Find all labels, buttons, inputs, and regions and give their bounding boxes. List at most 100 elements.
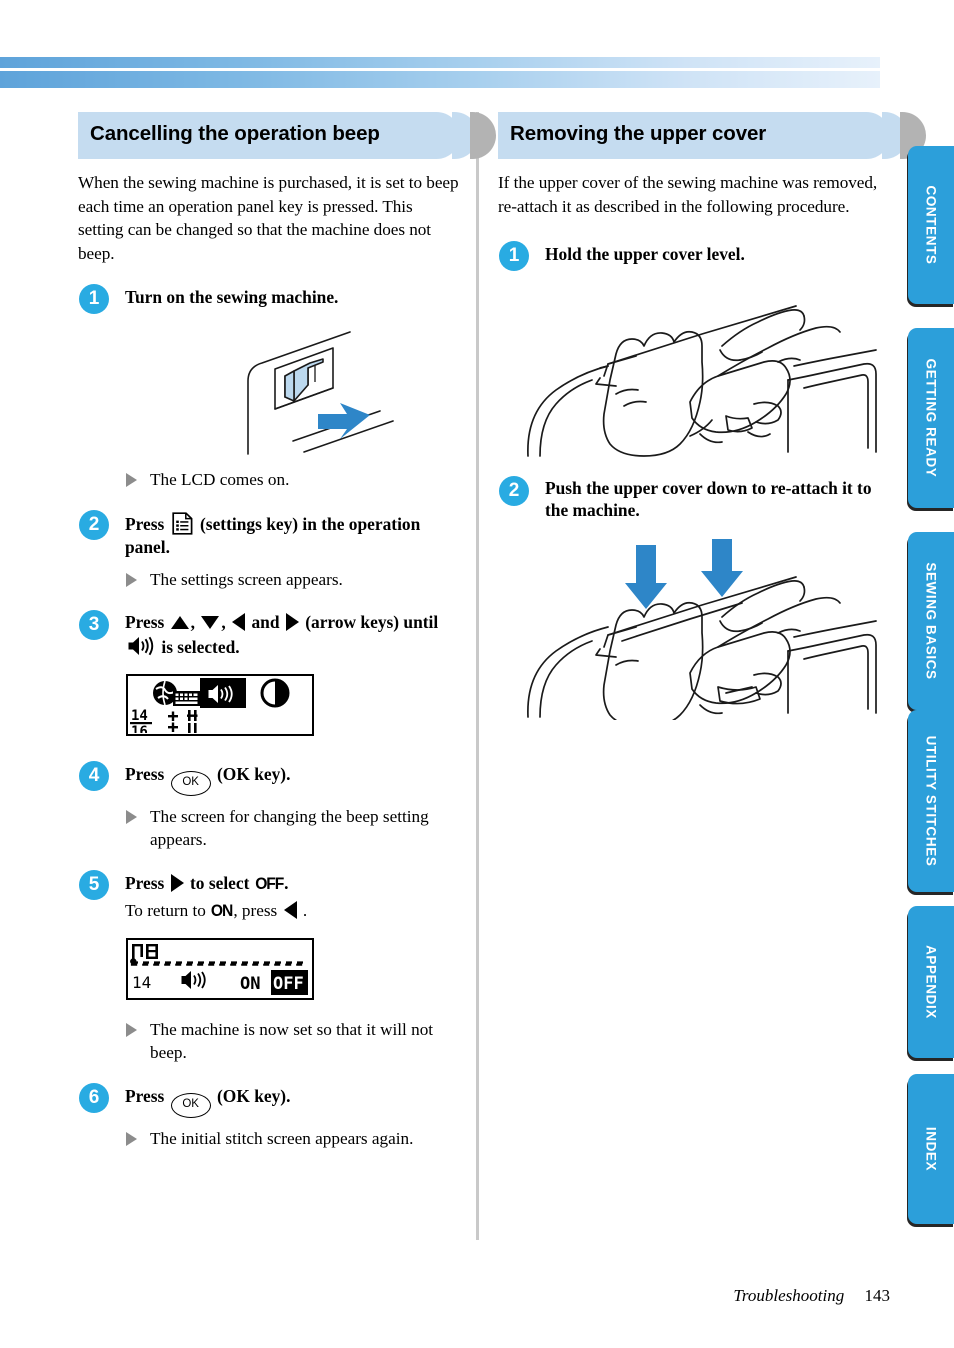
- step-1-title: Turn on the sewing machine.: [125, 287, 339, 307]
- heading-plate: Cancelling the operation beep: [78, 112, 496, 159]
- speaker-icon: [128, 636, 154, 655]
- step-1-badge: 1: [79, 284, 109, 314]
- result-triangle-icon: [126, 1132, 137, 1146]
- top-decorative-banner: [0, 0, 954, 92]
- side-tab-appendix-label: APPENDIX: [923, 945, 939, 1019]
- result-triangle-icon: [126, 810, 137, 824]
- hold-cover-illustration: [504, 284, 890, 459]
- side-tab-getting-ready-label: GETTING READY: [923, 358, 939, 478]
- footer-page-number: 143: [864, 1286, 891, 1305]
- page-footer: Troubleshooting 143: [0, 1286, 890, 1306]
- right-step-2-title: Push the upper cover down to re-attach i…: [545, 478, 872, 520]
- right-heading-text: Removing the upper cover: [510, 122, 767, 145]
- side-tab-sewing-basics-label: SEWING BASICS: [923, 562, 939, 680]
- right-step-1-badge: 1: [499, 241, 529, 271]
- lcd-option-off: OFF: [273, 974, 304, 994]
- side-tab-contents[interactable]: CONTENTS: [908, 146, 954, 304]
- side-tab-index[interactable]: INDEX: [908, 1074, 954, 1224]
- power-switch-svg: [247, 331, 394, 455]
- step-3-title-after: (arrow keys) until: [305, 612, 439, 632]
- step-6-badge: 6: [79, 1083, 109, 1113]
- sep-comma-1: ,: [190, 612, 196, 632]
- side-tab-contents-label: CONTENTS: [923, 185, 939, 265]
- arrow-up-icon: [170, 616, 189, 629]
- step-4-title-before: Press: [125, 764, 165, 784]
- push-cover-svg: [527, 539, 877, 720]
- lcd-word-off: OFF: [254, 874, 284, 893]
- arrow-down-icon: [201, 616, 220, 629]
- right-column: Removing the upper cover If the upper co…: [498, 112, 926, 720]
- right-step-2-badge: 2: [499, 476, 529, 506]
- lcd-beep-speaker-icon: [181, 971, 206, 989]
- step-1-result-text: The LCD comes on.: [150, 470, 290, 489]
- step-2-result-text: The settings screen appears.: [150, 570, 343, 589]
- step-2: 2 Press (settings key) in the operation …: [78, 509, 460, 559]
- hold-cover-svg: [527, 305, 877, 457]
- lcd-stitch-symbols: [168, 710, 198, 733]
- lcd-settings-screen: 14 16: [126, 674, 314, 740]
- lcd-beep-screen: 14 ON OFF: [126, 938, 314, 1000]
- lcd-fraction-numerator: 14: [131, 708, 148, 724]
- step-2-result: The settings screen appears.: [78, 568, 460, 591]
- left-intro-paragraph: When the sewing machine is purchased, it…: [78, 173, 459, 263]
- step-4-result: The screen for changing the beep setting…: [78, 805, 460, 851]
- push-cover-illustration: [504, 535, 890, 720]
- step-5-subtitle: To return to ON, press .: [125, 899, 460, 922]
- arrow-right-icon: [170, 874, 184, 892]
- step-1: 1 Turn on the sewing machine.: [78, 283, 460, 314]
- step-3-title-and: and: [251, 612, 280, 632]
- step-6: 6 Press OK (OK key).: [78, 1082, 460, 1118]
- footer-chapter: Troubleshooting: [733, 1286, 845, 1305]
- contrast-icon: [260, 678, 290, 708]
- result-triangle-icon: [126, 573, 137, 587]
- right-intro-paragraph: If the upper cover of the sewing machine…: [498, 173, 878, 216]
- side-tab-sewing-basics[interactable]: SEWING BASICS: [908, 532, 954, 710]
- step-2-badge: 2: [79, 510, 109, 540]
- step-6-title: Press OK (OK key).: [125, 1082, 460, 1118]
- lcd-fraction-denominator: 16: [131, 724, 148, 733]
- left-column: Cancelling the operation beep When the s…: [78, 112, 496, 1150]
- arrow-left-icon: [232, 613, 246, 631]
- banner-bar-upper: [0, 57, 880, 68]
- step-6-result-text: The initial stitch screen appears again.: [150, 1129, 414, 1148]
- step-6-title-after: (OK key).: [217, 1086, 291, 1106]
- blue-arrow-icon: [318, 403, 370, 439]
- globe-keyboard-icon: [153, 680, 200, 706]
- right-step-1-title: Hold the upper cover level.: [545, 244, 745, 264]
- step-5-sub-end: .: [302, 901, 308, 920]
- step-3-title-end: is selected.: [161, 636, 240, 657]
- step-5-title-period: .: [284, 873, 289, 893]
- step-5: 5 Press to select OFF. To return to ON, …: [78, 869, 460, 922]
- step-6-title-before: Press: [125, 1086, 165, 1106]
- side-tab-appendix[interactable]: APPENDIX: [908, 906, 954, 1058]
- step-5-badge: 5: [79, 870, 109, 900]
- side-tab-getting-ready[interactable]: GETTING READY: [908, 328, 954, 508]
- lcd-dashed-line: [130, 961, 306, 966]
- lcd-option-on: ON: [240, 974, 260, 994]
- step-5-sub-after: , press: [233, 901, 278, 920]
- lcd-beep-svg: 14 ON OFF: [130, 944, 308, 995]
- step-3-title-before: Press: [125, 612, 165, 632]
- step-4-title: Press OK (OK key).: [125, 760, 460, 796]
- arrow-right-icon: [285, 613, 299, 631]
- step-2-title-before: Press: [125, 514, 165, 534]
- right-section-heading: Removing the upper cover: [498, 112, 926, 159]
- step-4-badge: 4: [79, 761, 109, 791]
- step-5-title: Press to select OFF.: [125, 869, 460, 895]
- step-3-title: Press , , and (arrow keys) until is sele…: [125, 609, 460, 658]
- side-tab-utility-stitches[interactable]: UTILITY STITCHES: [908, 710, 954, 892]
- arrow-left-icon: [283, 901, 297, 919]
- sep-comma-2: ,: [221, 612, 226, 632]
- right-step-1: 1 Hold the upper cover level.: [498, 240, 890, 271]
- lcd-settings-svg: 14 16: [130, 678, 290, 740]
- step-4-result-text: The screen for changing the beep setting…: [150, 807, 429, 849]
- chevron-gray-icon: [470, 112, 496, 159]
- column-divider: [476, 112, 479, 1240]
- step-6-result: The initial stitch screen appears again.: [78, 1127, 460, 1150]
- result-triangle-icon: [126, 473, 137, 487]
- side-tab-utility-stitches-label: UTILITY STITCHES: [923, 735, 939, 867]
- ok-key-icon: OK: [170, 1093, 211, 1118]
- step-5-title-mid: to select: [190, 873, 250, 893]
- power-switch-illustration: [118, 319, 460, 459]
- left-heading-text: Cancelling the operation beep: [90, 122, 380, 145]
